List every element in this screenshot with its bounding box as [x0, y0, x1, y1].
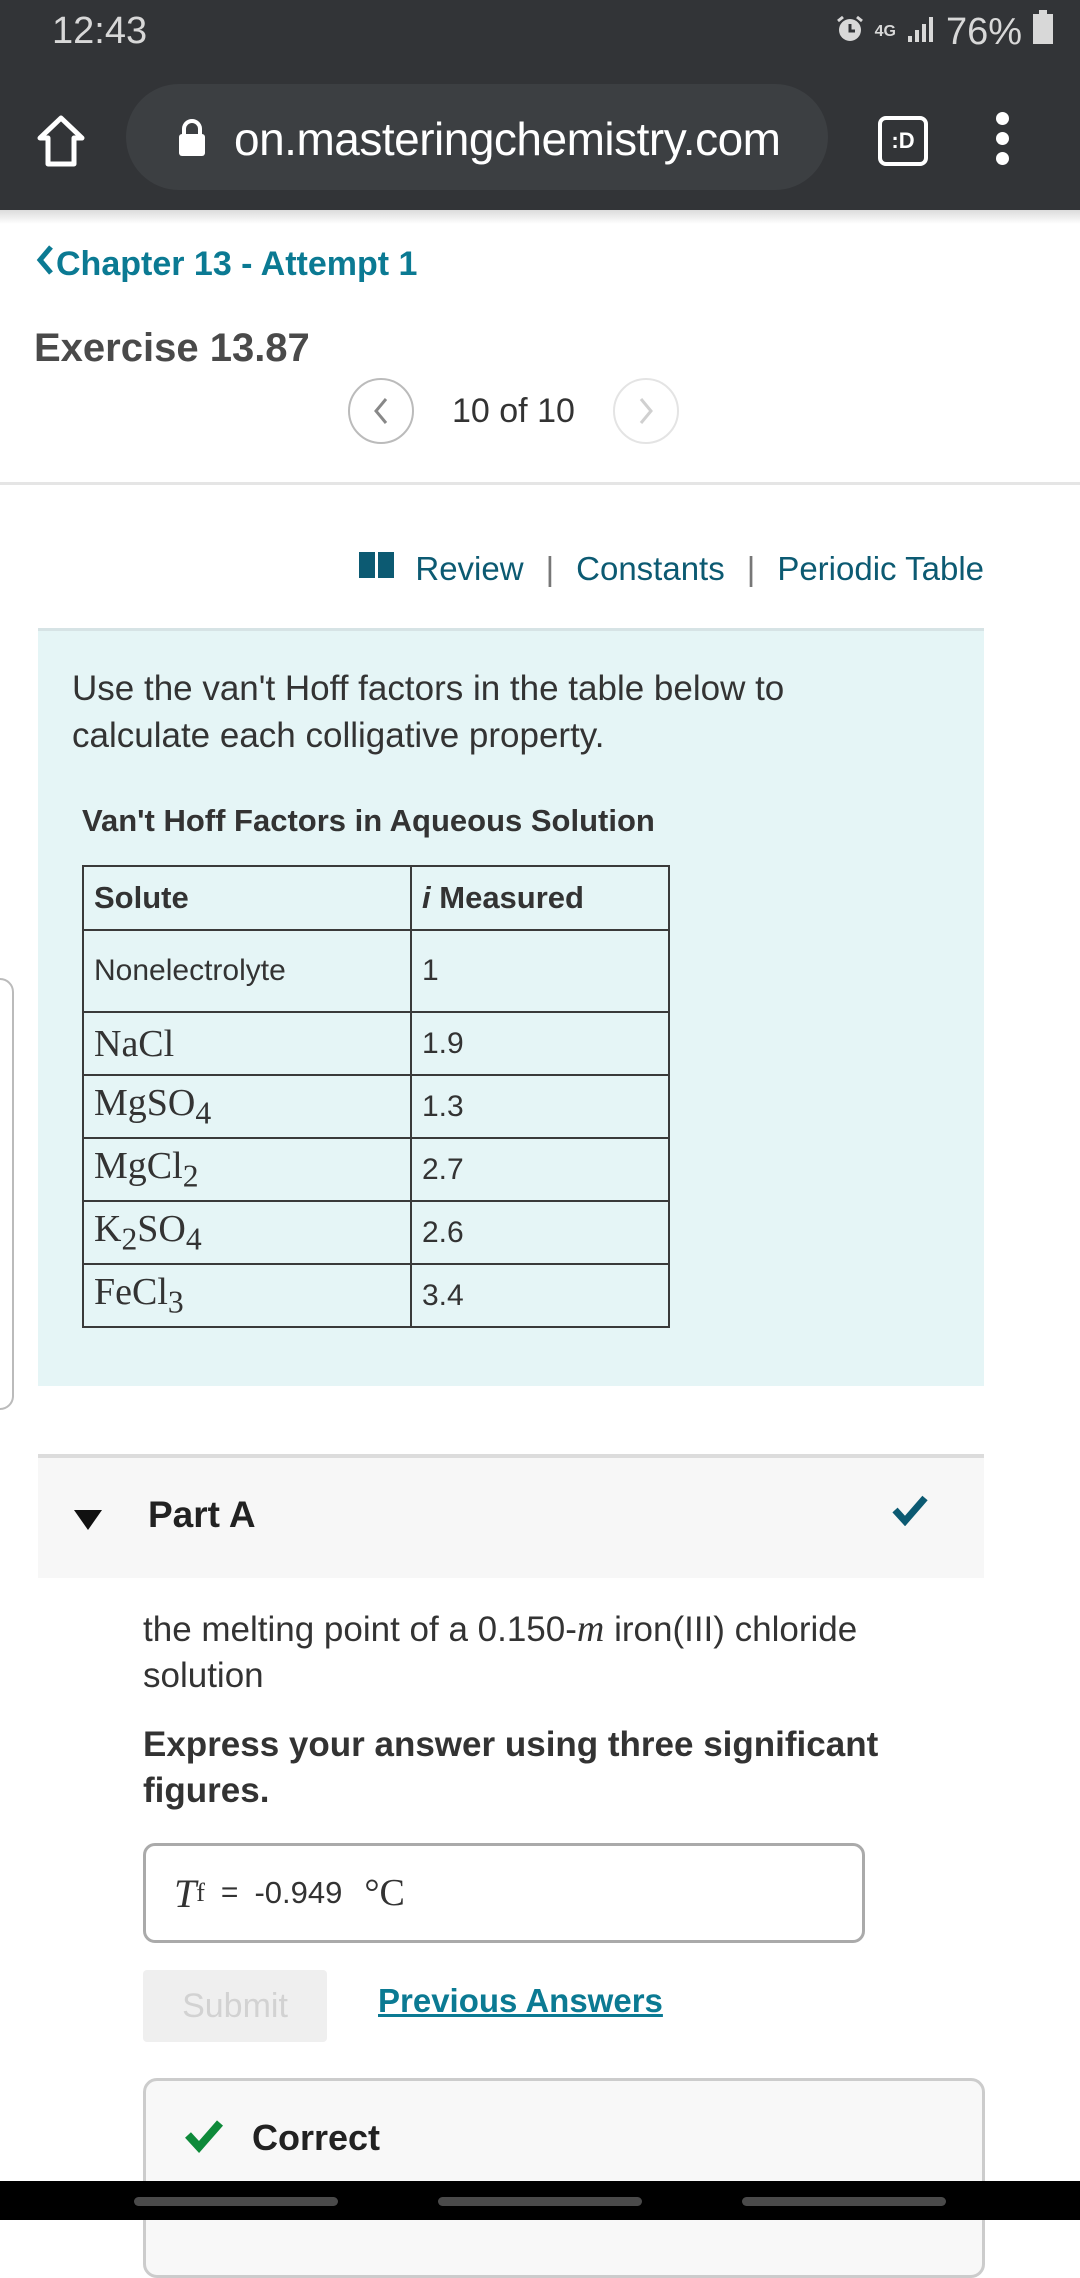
table-row: K2SO4 2.6 — [82, 1200, 670, 1265]
battery-level: 76% — [945, 10, 1022, 53]
i-value-cell: 1.9 — [410, 1011, 670, 1076]
i-value-cell: 2.7 — [410, 1137, 670, 1202]
answer-instruction: Express your answer using three signific… — [143, 1725, 879, 1810]
column-header-i-measured: i Measured — [410, 865, 670, 931]
side-panel-edge[interactable] — [0, 978, 14, 1410]
status-time: 12:43 — [52, 10, 148, 52]
answer-unit: °C — [364, 1872, 405, 1914]
alarm-icon — [835, 11, 865, 54]
i-value-cell: 1 — [410, 929, 670, 1013]
table-caption: Van't Hoff Factors in Aqueous Solution — [82, 803, 655, 838]
item-pager: 10 of 10 — [348, 378, 679, 444]
more-menu-icon[interactable] — [996, 112, 1010, 172]
problem-intro-panel: Use the van't Hoff factors in the table … — [38, 628, 984, 1386]
i-value-cell: 1.3 — [410, 1074, 670, 1139]
i-value-cell: 3.4 — [410, 1263, 670, 1328]
tab-switcher-button[interactable]: :D — [878, 116, 928, 166]
table-row: MgSO4 1.3 — [82, 1074, 670, 1139]
back-link-label: Chapter 13 - Attempt 1 — [56, 245, 418, 283]
previous-answers-link[interactable]: Previous Answers — [378, 1982, 663, 2020]
constants-link[interactable]: Constants — [576, 550, 725, 588]
resource-links: Review | Constants | Periodic Table — [359, 550, 984, 588]
question-text: the melting point of a 0.150-m iron(III)… — [143, 1608, 858, 1695]
back-to-chapter-link[interactable]: Chapter 13 - Attempt 1 — [34, 244, 417, 285]
browser-toolbar: on.masteringchemistry.com :D — [0, 70, 1080, 210]
signal-icon — [906, 11, 936, 54]
next-item-button[interactable] — [612, 378, 679, 444]
url-text[interactable]: on.masteringchemistry.com — [234, 112, 781, 166]
network-type: 4G — [874, 23, 896, 40]
submit-button[interactable]: Submit — [143, 1970, 327, 2042]
item-counter: 10 of 10 — [452, 391, 575, 430]
status-bar: 12:43 4G 76% — [0, 0, 1080, 70]
address-bar[interactable]: on.masteringchemistry.com — [126, 84, 828, 190]
lock-icon — [176, 118, 208, 163]
check-icon — [892, 1494, 928, 1531]
answer-value: -0.949 — [254, 1875, 343, 1910]
previous-item-button[interactable] — [348, 378, 414, 444]
part-a-header[interactable]: Part A — [38, 1454, 984, 1578]
caret-down-icon — [74, 1510, 102, 1530]
nav-back[interactable] — [742, 2197, 946, 2206]
solute-cell: FeCl3 — [82, 1263, 412, 1328]
problem-intro-text: Use the van't Hoff factors in the table … — [72, 669, 785, 755]
feedback-text: Correct — [252, 2117, 381, 2158]
answer-variable: T — [174, 1870, 197, 1916]
separator: | — [746, 550, 756, 587]
correct-check-icon — [184, 2117, 224, 2158]
column-header-solute: Solute — [82, 865, 412, 931]
solute-cell: MgCl2 — [82, 1137, 412, 1202]
solute-cell: MgSO4 — [82, 1074, 412, 1139]
home-icon[interactable] — [36, 114, 86, 168]
answer-field[interactable]: Tf = -0.949 °C — [143, 1843, 865, 1943]
nav-home[interactable] — [438, 2197, 642, 2206]
solute-cell: NaCl — [82, 1011, 412, 1076]
separator: | — [545, 550, 555, 587]
toolbar-shadow — [0, 210, 1080, 224]
table-row: FeCl3 3.4 — [82, 1263, 670, 1328]
review-link[interactable]: Review — [415, 550, 523, 588]
table-row: MgCl2 2.7 — [82, 1137, 670, 1202]
system-nav-bar — [0, 2181, 1080, 2220]
nav-recent-apps[interactable] — [134, 2197, 338, 2206]
part-title: Part A — [148, 1494, 256, 1535]
chevron-left-icon — [34, 244, 56, 285]
solute-cell: Nonelectrolyte — [82, 929, 412, 1013]
table-row: Nonelectrolyte 1 — [82, 929, 670, 1013]
battery-icon — [1032, 10, 1054, 54]
book-icon — [359, 550, 395, 588]
i-value-cell: 2.6 — [410, 1200, 670, 1265]
vant-hoff-table: Solute i Measured Nonelectrolyte 1 NaCl … — [82, 865, 670, 1328]
solute-cell: K2SO4 — [82, 1200, 412, 1265]
periodic-table-link[interactable]: Periodic Table — [777, 550, 984, 588]
feedback-box: Correct — [143, 2078, 985, 2278]
header-divider — [0, 482, 1080, 485]
table-row: NaCl 1.9 — [82, 1011, 670, 1076]
page-title: Exercise 13.87 — [34, 326, 310, 370]
